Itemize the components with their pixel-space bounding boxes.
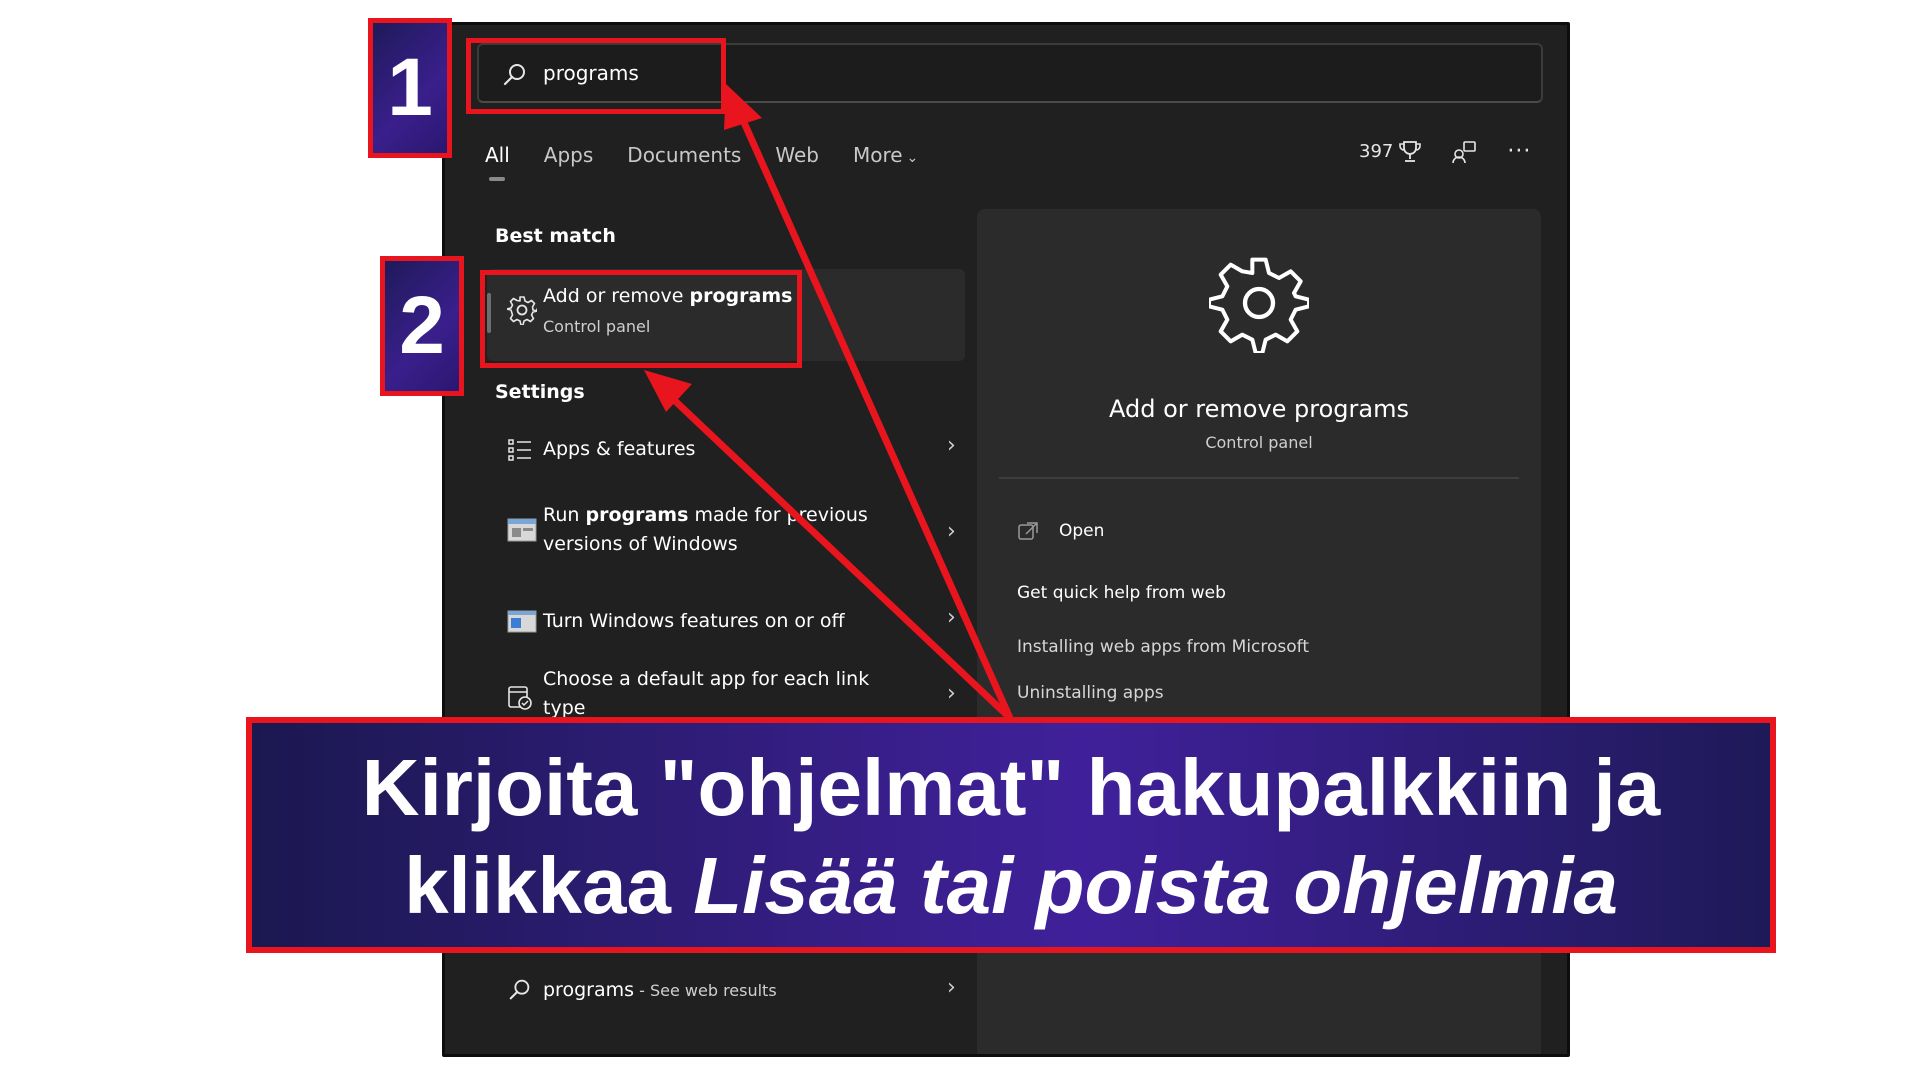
- instruction-caption: Kirjoita "ohjelmat" hakupalkkiin ja klik…: [246, 717, 1776, 953]
- arrow-to-search-head: [724, 84, 762, 130]
- arrow-to-result-line: [669, 395, 1013, 721]
- caption-line-2-italic: Lisää tai poista ohjelmia: [693, 841, 1618, 930]
- arrow-to-search-line: [738, 116, 1014, 720]
- caption-line-2: klikkaa Lisää tai poista ohjelmia: [252, 837, 1770, 935]
- caption-line-1: Kirjoita "ohjelmat" hakupalkkiin ja: [361, 743, 1661, 832]
- caption-line-2-normal: klikkaa: [404, 841, 694, 930]
